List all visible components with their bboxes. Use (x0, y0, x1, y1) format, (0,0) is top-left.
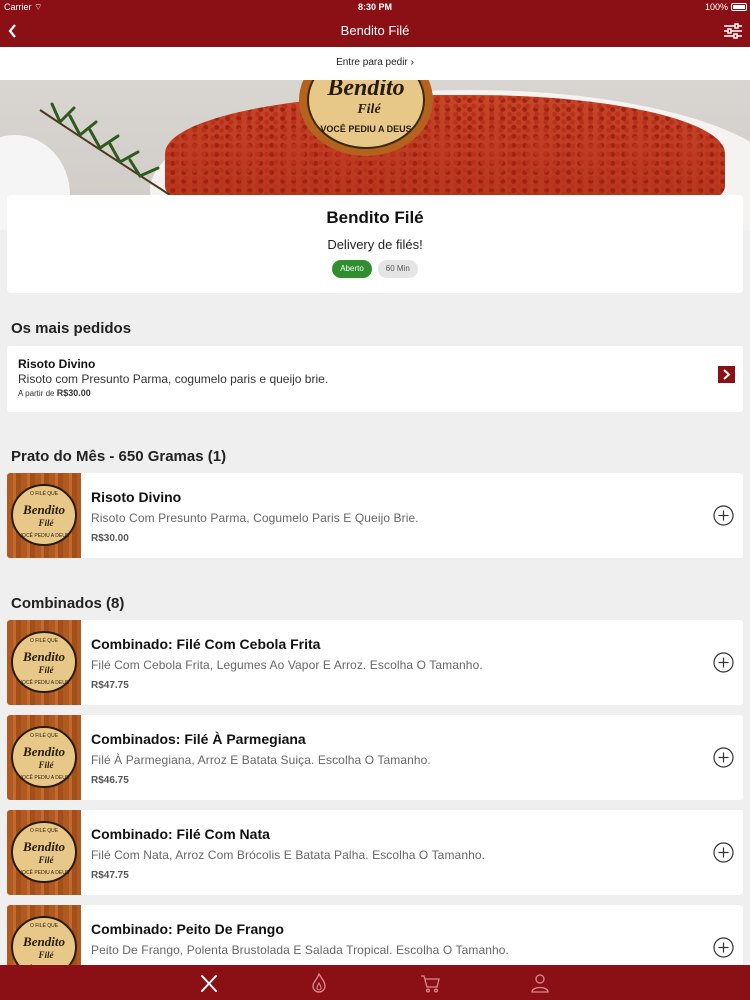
svg-text:Bendito: Bendito (22, 502, 65, 517)
product-name: Combinado: Peito De Frango (91, 921, 284, 937)
featured-item-arrow-button[interactable] (718, 366, 735, 383)
product-description: Filé Com Cebola Frita, Legumes Ao Vapor … (91, 658, 483, 672)
section-title-combinados: Combinados (8) (11, 595, 125, 612)
rosemary-illustration (39, 102, 171, 196)
featured-item-card[interactable]: Risoto Divino Risoto com Presunto Parma,… (7, 346, 743, 412)
svg-text:O FILÉ QUE: O FILÉ QUE (30, 637, 59, 644)
delivery-time-badge: 60 Min (377, 260, 418, 278)
svg-text:Filé: Filé (356, 102, 381, 117)
add-to-cart-icon[interactable] (713, 747, 734, 768)
svg-text:O FILÉ QUE: O FILÉ QUE (30, 922, 59, 929)
restaurant-logo: Bendito Filé VOCÊ PEDIU A DEUS (299, 80, 433, 156)
tab-promotions[interactable] (308, 972, 330, 994)
thumb-logo: O FILÉ QUE Bendito Filé VOCÊ PEDIU A DEU… (11, 484, 77, 546)
product-price: R$47.75 (91, 870, 129, 881)
svg-text:O FILÉ QUE: O FILÉ QUE (30, 490, 59, 497)
product-card[interactable]: O FILÉ QUE Bendito Filé VOCÊ PEDIU A DEU… (7, 810, 743, 895)
product-name: Risoto Divino (91, 489, 182, 505)
svg-text:Bendito: Bendito (22, 839, 65, 854)
battery-percent: 100% (704, 2, 728, 12)
tab-profile[interactable] (529, 972, 551, 994)
svg-text:Filé: Filé (38, 665, 55, 675)
chevron-right-icon (723, 369, 731, 380)
page-title: Bendito Filé (340, 23, 410, 38)
tab-bar (0, 965, 750, 1000)
svg-text:Bendito: Bendito (22, 934, 65, 949)
product-name: Combinado: Filé Com Cebola Frita (91, 636, 321, 652)
restaurant-name: Bendito Filé (326, 208, 424, 227)
featured-item-name: Risoto Divino (18, 357, 96, 371)
svg-text:Bendito: Bendito (326, 80, 404, 101)
product-description: Risoto Com Presunto Parma, Cogumelo Pari… (91, 511, 419, 525)
status-bar: Carrier ⌔ 8:30 PM 100% (0, 0, 750, 14)
clock: 8:30 PM (357, 2, 392, 12)
product-name: Combinados: Filé À Parmegiana (91, 731, 306, 747)
svg-text:Filé: Filé (38, 950, 55, 960)
featured-item-description: Risoto com Presunto Parma, cogumelo pari… (18, 372, 329, 386)
svg-text:Bendito: Bendito (22, 744, 65, 759)
product-thumbnail: O FILÉ QUE Bendito Filé VOCÊ PEDIU A DEU… (7, 810, 81, 895)
svg-text:O FILÉ QUE: O FILÉ QUE (30, 827, 59, 834)
product-price: R$47.75 (91, 680, 129, 691)
svg-text:VOCÊ PEDIU A DEUS: VOCÊ PEDIU A DEUS (19, 773, 70, 781)
product-thumbnail: O FILÉ QUE Bendito Filé VOCÊ PEDIU A DEU… (7, 473, 81, 558)
cart-icon (421, 975, 440, 993)
svg-text:VOCÊ PEDIU A DEUS: VOCÊ PEDIU A DEUS (19, 531, 70, 539)
product-card[interactable]: O FILÉ QUE Bendito Filé VOCÊ PEDIU A DEU… (7, 473, 743, 558)
flame-icon (312, 972, 326, 993)
svg-text:Filé: Filé (38, 518, 55, 528)
fork-knife-icon (201, 975, 217, 992)
thumb-logo: O FILÉ QUE Bendito Filé VOCÊ PEDIU A DEU… (11, 726, 77, 788)
thumb-logo: O FILÉ QUE Bendito Filé VOCÊ PEDIU A DEU… (11, 821, 77, 883)
restaurant-info-card: Bendito Filé Delivery de filés! Aberto 6… (7, 195, 743, 293)
product-card[interactable]: O FILÉ QUE Bendito Filé VOCÊ PEDIU A DEU… (7, 715, 743, 800)
tab-menu[interactable] (198, 972, 220, 994)
product-description: Filé Com Nata, Arroz Com Brócolis E Bata… (91, 848, 486, 862)
section-title-prato-do-mes: Prato do Mês - 650 Gramas (1) (11, 448, 227, 465)
product-price: R$30.00 (91, 533, 129, 544)
svg-text:VOCÊ PEDIU A DEUS: VOCÊ PEDIU A DEUS (19, 678, 70, 686)
open-status-badge: Aberto (332, 260, 372, 278)
product-thumbnail: O FILÉ QUE Bendito Filé VOCÊ PEDIU A DEU… (7, 620, 81, 705)
svg-text:VOCÊ PEDIU A DEUS: VOCÊ PEDIU A DEUS (320, 123, 411, 134)
battery-icon (731, 3, 747, 11)
section-title-most-ordered: Os mais pedidos (11, 320, 132, 337)
svg-text:Filé: Filé (38, 855, 55, 865)
product-description: Peito De Frango, Polenta Brustolada E Sa… (91, 943, 509, 957)
sliders-icon (724, 23, 742, 39)
svg-text:O FILÉ QUE: O FILÉ QUE (30, 732, 59, 739)
product-thumbnail: O FILÉ QUE Bendito Filé VOCÊ PEDIU A DEU… (7, 715, 81, 800)
add-to-cart-icon[interactable] (713, 937, 734, 958)
login-prompt[interactable]: Entre para pedir › (0, 47, 750, 80)
user-icon (531, 974, 549, 993)
navigation-bar: Carrier ⌔ 8:30 PM 100% Bendito Filé (0, 0, 750, 47)
svg-text:Filé: Filé (38, 760, 55, 770)
filter-button[interactable] (722, 20, 744, 42)
restaurant-description: Delivery de filés! (327, 237, 423, 252)
product-description: Filé À Parmegiana, Arroz E Batata Suiça.… (91, 753, 431, 767)
add-to-cart-icon[interactable] (713, 505, 734, 526)
add-to-cart-icon[interactable] (713, 842, 734, 863)
thumb-logo: O FILÉ QUE Bendito Filé VOCÊ PEDIU A DEU… (11, 631, 77, 693)
svg-text:Bendito: Bendito (22, 649, 65, 664)
product-card[interactable]: O FILÉ QUE Bendito Filé VOCÊ PEDIU A DEU… (7, 620, 743, 705)
add-to-cart-icon[interactable] (713, 652, 734, 673)
svg-text:VOCÊ PEDIU A DEUS: VOCÊ PEDIU A DEUS (19, 868, 70, 876)
product-price: R$46.75 (91, 775, 129, 786)
product-name: Combinado: Filé Com Nata (91, 826, 270, 842)
featured-item-price: A partir de R$30.00 (18, 388, 91, 398)
tab-cart[interactable] (419, 972, 441, 994)
